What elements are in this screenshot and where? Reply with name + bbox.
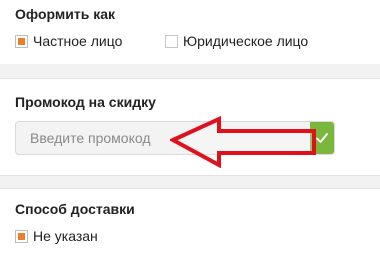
delivery-section: Способ доставки Не указан [0,188,380,260]
private-person-option[interactable]: Частное лицо [15,33,122,49]
checkout-page: Оформить как Частное лицо Юридическое ли… [0,0,380,260]
order-as-section: Оформить как Частное лицо Юридическое ли… [0,0,380,64]
delivery-title: Способ доставки [15,201,135,217]
delivery-not-specified-checkbox[interactable] [15,229,28,243]
delivery-not-specified-option[interactable]: Не указан [15,228,98,244]
private-person-label: Частное лицо [33,33,123,49]
order-as-title: Оформить как [15,6,115,22]
delivery-not-specified-label: Не указан [33,228,98,244]
check-icon [316,133,328,143]
private-person-checkbox[interactable] [15,34,28,48]
legal-entity-checkbox[interactable] [165,34,178,48]
legal-entity-option[interactable]: Юридическое лицо [165,33,308,49]
legal-entity-label: Юридическое лицо [183,33,309,49]
apply-promo-button[interactable] [310,122,334,154]
promo-section: Промокод на скидку [0,78,380,176]
promo-code-input[interactable] [16,122,312,154]
promo-title: Промокод на скидку [15,94,156,110]
promo-field-group [15,121,335,155]
